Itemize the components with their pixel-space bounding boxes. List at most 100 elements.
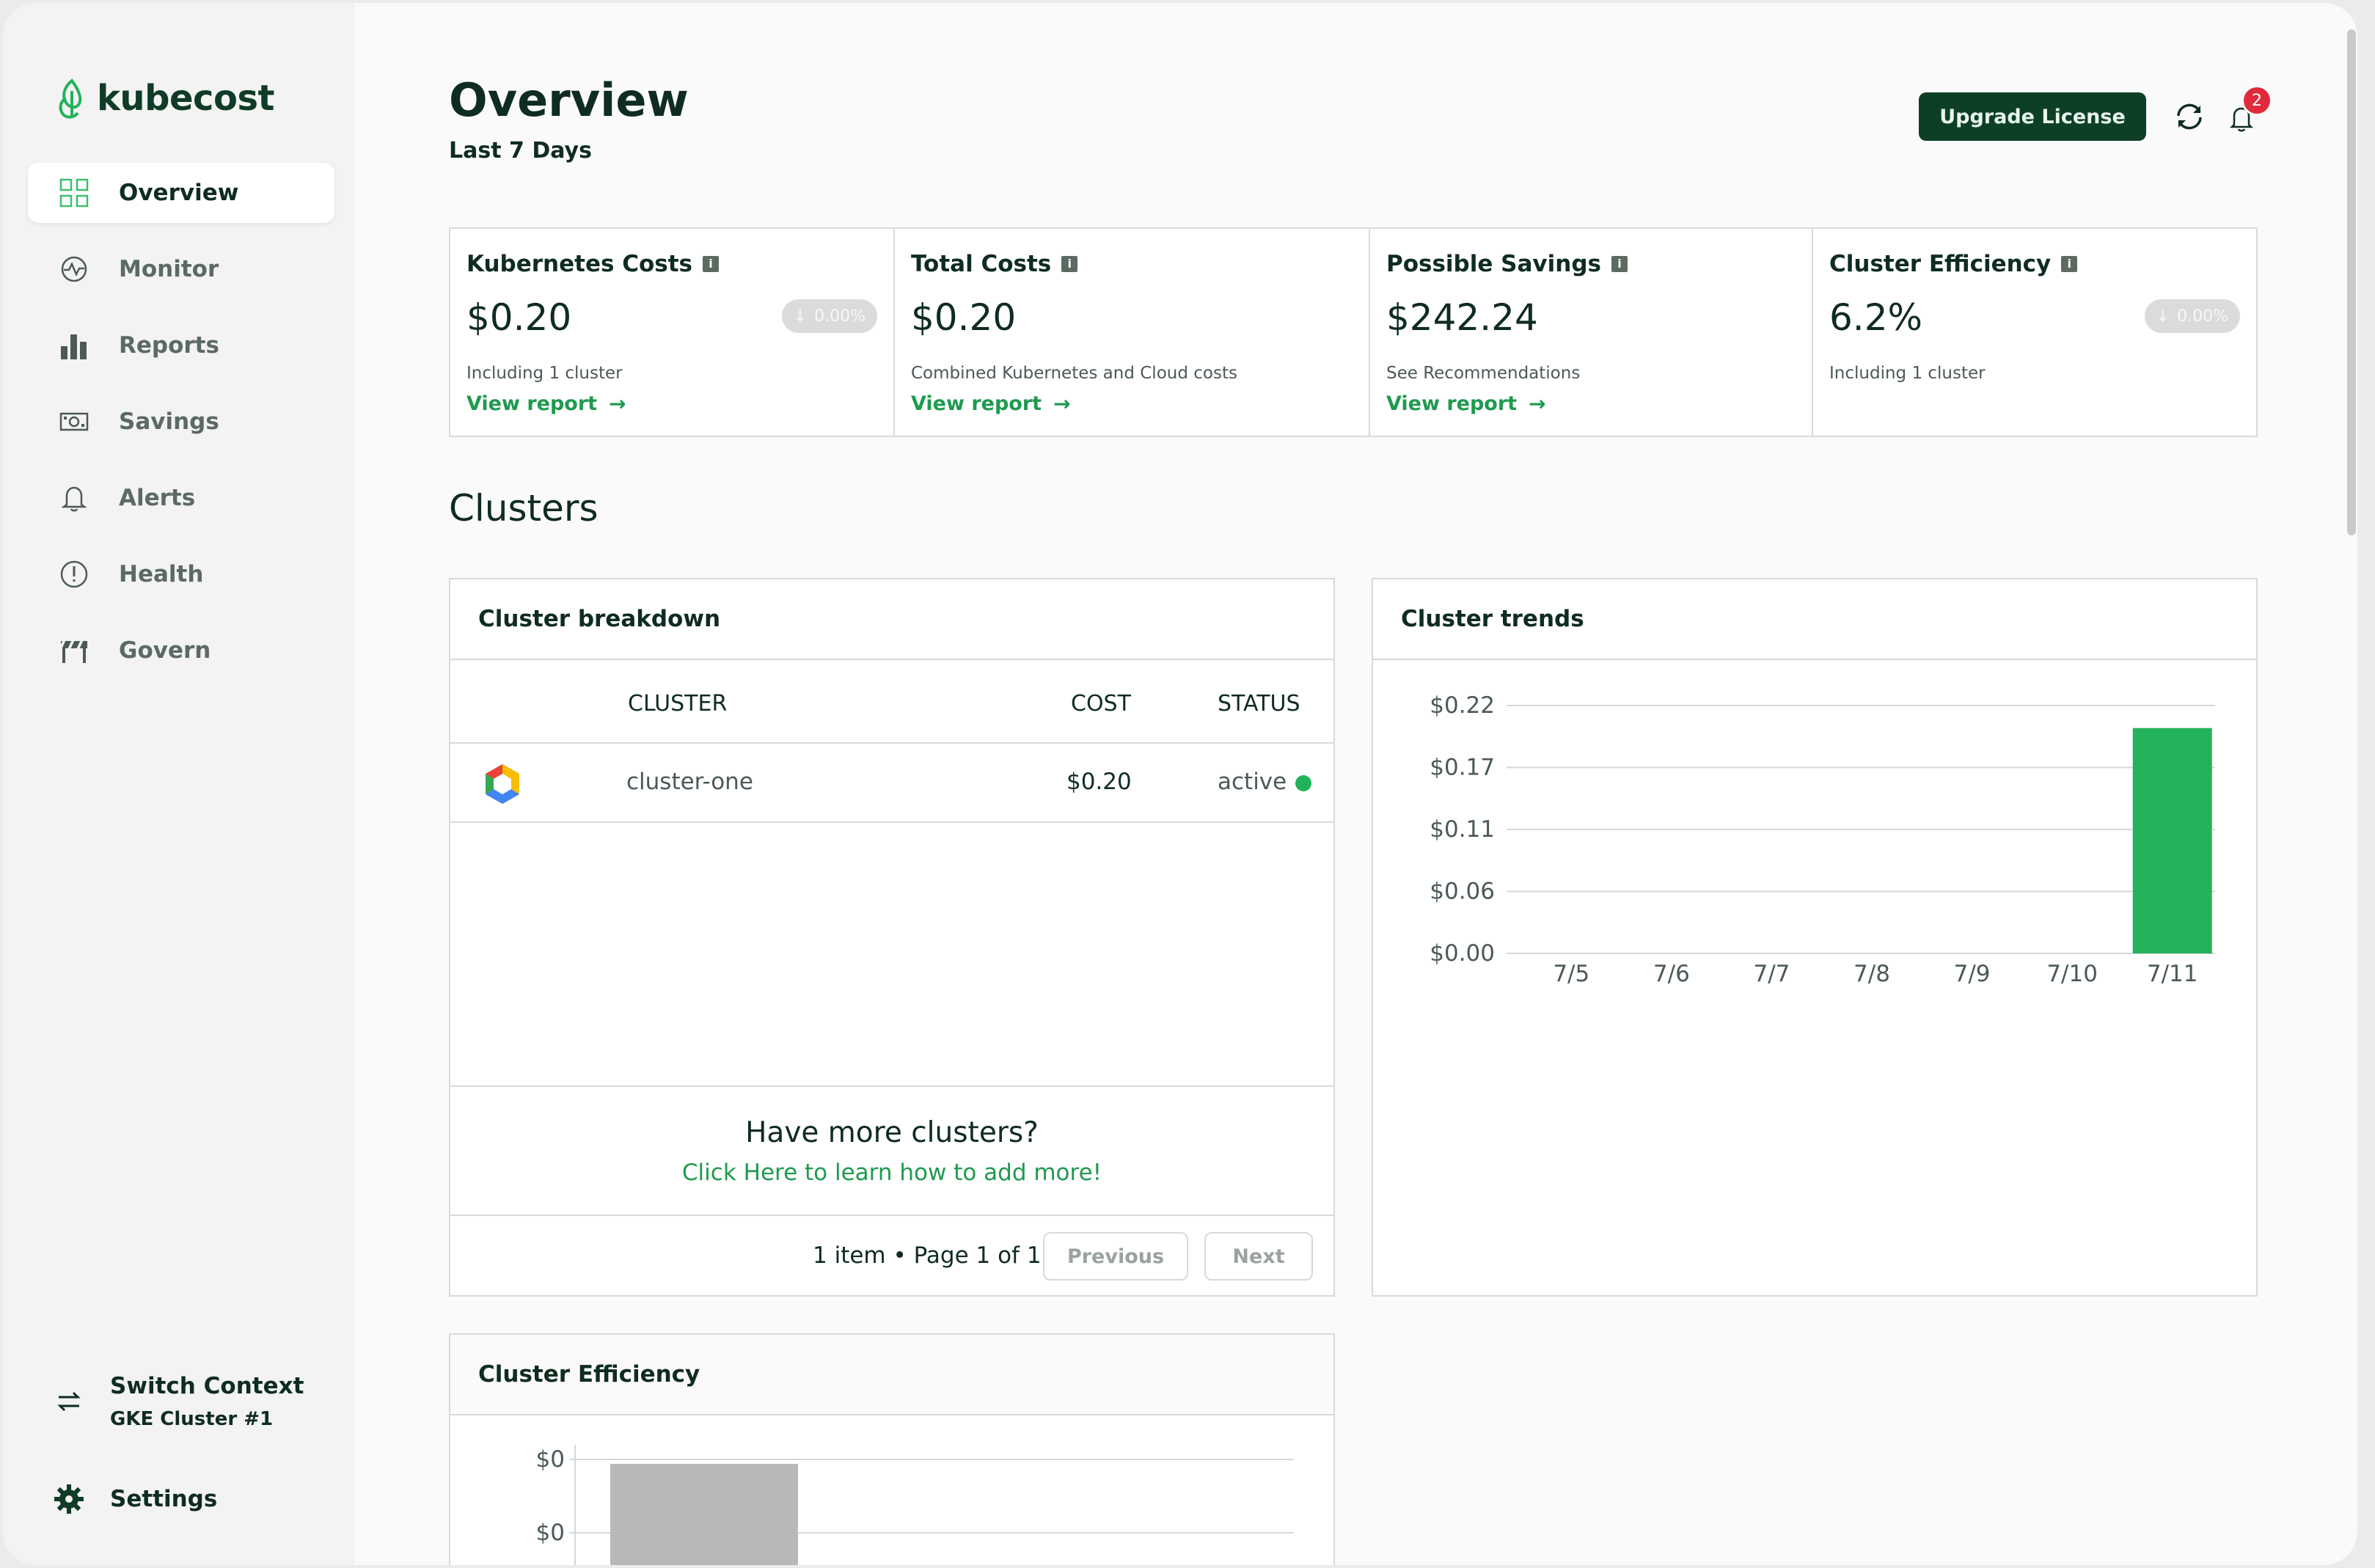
app-window: kubecost Overview Monitor Reports Saving… [3,3,2357,1565]
view-report-label: View report [1386,392,1518,415]
kpi-title: Possible Savings [1386,251,1601,277]
info-icon[interactable]: i [1061,256,1078,272]
current-context-value: GKE Cluster #1 [110,1408,274,1430]
x-tick-label: 7/11 [2147,961,2198,987]
kpi-title: Kubernetes Costs [466,251,693,277]
sidebar-item-label: Health [119,561,204,587]
swap-arrows-icon [57,1391,81,1412]
x-tick-label: 7/8 [1853,961,1890,987]
logo-text: kubecost [97,78,274,119]
add-clusters-prompt: Have more clusters? Click Here to learn … [450,1085,1333,1216]
view-report-label: View report [911,392,1042,415]
view-report-link[interactable]: View report → [911,392,1369,416]
y-tick-label: $0 [536,1520,565,1546]
y-tick-label: $0.00 [1430,940,1495,967]
view-report-link[interactable]: View report → [466,392,893,416]
arrow-down-icon: ↓ [793,307,808,326]
cluster-trends-card: Cluster trends $0.00 $0.06 $0.11 $0.17 $0.22… [1372,578,2258,1297]
x-tick-label: 7/9 [1954,961,1991,987]
info-icon[interactable]: i [703,256,720,272]
previous-page-button[interactable]: Previous [1043,1232,1188,1281]
kpi-title: Cluster Efficiency [1829,251,2052,277]
switch-context[interactable]: Switch Context GKE Cluster #1 [53,1373,304,1430]
sidebar-item-savings[interactable]: Savings [28,392,334,452]
card-title: Cluster breakdown [450,579,1333,660]
cluster-cost: $0.20 [1066,769,1132,795]
x-tick-label: 7/10 [2046,961,2098,987]
pagination: 1 item • Page 1 of 1 Previous Next [450,1216,1333,1297]
page-title: Overview [449,73,689,127]
sidebar-item-alerts[interactable]: Alerts [28,468,334,528]
kpi-value: $0.20 [911,296,1017,339]
barrier-icon [57,634,91,667]
column-header-status[interactable]: STATUS [1218,691,1300,717]
card-title: Cluster trends [1373,579,2256,660]
cluster-status: active [1218,769,1312,795]
gear-icon [54,1484,84,1514]
alert-circle-icon [57,557,91,591]
arrow-right-icon: → [1529,392,1546,416]
y-tick-label: $0 [536,1446,565,1473]
sidebar-nav: Overview Monitor Reports Savings Alerts … [28,163,334,697]
x-tick-label: 7/5 [1553,961,1589,987]
switch-context-label: Switch Context [110,1373,304,1399]
gcp-hexagon-icon [486,764,519,804]
settings-label: Settings [110,1486,218,1512]
monitor-pulse-icon [57,252,91,286]
kpi-note: Including 1 cluster [466,364,623,383]
bar-chart-icon [57,329,91,362]
sidebar-item-overview[interactable]: Overview [28,163,334,223]
grid-icon [57,176,91,210]
column-header-cluster[interactable]: CLUSTER [628,691,727,717]
cluster-efficiency-chart: $0 $0 [536,1445,1294,1565]
y-tick-label: $0.06 [1430,879,1495,905]
y-tick-label: $0.22 [1430,692,1495,719]
sidebar-item-reports[interactable]: Reports [28,315,334,375]
scrollbar-thumb[interactable] [2347,29,2356,535]
info-icon[interactable]: i [2061,256,2078,272]
sidebar-item-govern[interactable]: Govern [28,620,334,681]
sidebar-item-label: Savings [119,409,219,435]
x-tick-label: 7/6 [1653,961,1690,987]
column-header-cost[interactable]: COST [1071,691,1131,717]
view-report-link[interactable]: View report → [1386,392,1812,416]
bell-icon [57,481,91,515]
cash-icon [57,405,91,439]
notification-count-badge: 2 [2242,85,2272,116]
table-row[interactable]: cluster-one $0.20 active [450,744,1333,823]
refresh-icon[interactable] [2173,100,2206,133]
kpi-note: See Recommendations [1386,364,1581,383]
cluster-trends-chart: $0.00 $0.06 $0.11 $0.17 $0.22 7/5 7/6 7/7 7/8 7/9… [1430,692,2215,987]
sidebar-item-health[interactable]: Health [28,544,334,604]
view-report-label: View report [466,392,598,415]
kpi-possible-savings: Possible Savings i $242.24 See Recommenda… [1370,229,1813,436]
clusters-section-title: Clusters [449,487,599,530]
date-range-label: Last 7 Days [449,138,592,164]
sidebar-item-label: Overview [119,180,239,206]
next-page-button[interactable]: Next [1204,1232,1313,1281]
sidebar-item-monitor[interactable]: Monitor [28,239,334,299]
cluster-name[interactable]: cluster-one [626,769,753,795]
sidebar-item-label: Reports [119,332,219,359]
arrow-right-icon: → [1053,392,1071,416]
x-tick-label: 7/7 [1753,961,1790,987]
info-icon[interactable]: i [1611,256,1628,272]
settings-button[interactable]: Settings [53,1483,217,1515]
status-dot [1295,774,1312,791]
add-clusters-link[interactable]: Click Here to learn how to add more! [450,1159,1333,1186]
y-tick-label: $0.11 [1430,816,1495,843]
kpi-cluster-efficiency: Cluster Efficiency i 6.2% ↓ 0.00% Includin… [1813,229,2256,436]
sidebar-item-label: Alerts [119,485,196,511]
bar [2132,728,2212,953]
kpi-title: Total Costs [911,251,1052,277]
kpi-total-costs: Total Costs i $0.20 Combined Kubernetes a… [895,229,1370,436]
sidebar-item-label: Monitor [119,256,219,282]
kpi-note: Combined Kubernetes and Cloud costs [911,364,1237,383]
kubecost-logo-icon [59,78,82,119]
kpi-kubernetes-costs: Kubernetes Costs i $0.20 ↓ 0.00% Including… [450,229,895,436]
logo[interactable]: kubecost [56,76,274,120]
upgrade-license-button[interactable]: Upgrade License [1919,92,2146,141]
change-value: 0.00% [814,307,866,326]
arrow-down-icon: ↓ [2156,307,2170,326]
kpi-note: Including 1 cluster [1829,364,1986,383]
